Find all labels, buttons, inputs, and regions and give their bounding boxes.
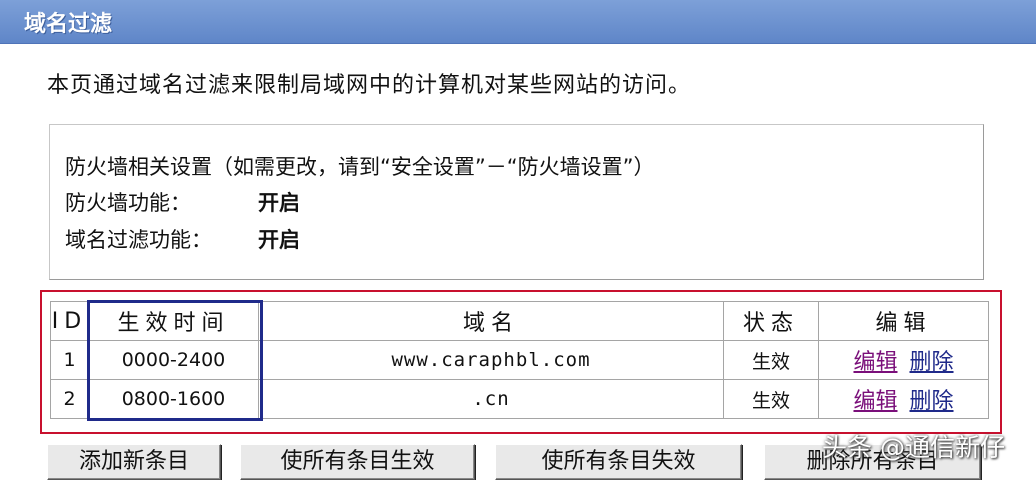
row-status: 生效 (723, 340, 819, 380)
row-actions: 编辑 删除 (818, 340, 989, 380)
row-domain: www.caraphbl.com (258, 340, 724, 380)
watermark: 头条 @通信新仔 (822, 433, 1005, 462)
add-entry-button[interactable]: 添加新条目 (47, 444, 221, 480)
page-description: 本页通过域名过滤来限制局域网中的计算机对某些网站的访问。 (47, 73, 692, 98)
domain-filter-value: 开启 (258, 228, 300, 252)
col-header-domain: 域名 (258, 301, 724, 341)
firewall-value: 开启 (258, 191, 300, 215)
page-title: 域名过滤 (24, 12, 113, 37)
disable-all-button[interactable]: 使所有条目失效 (495, 444, 742, 480)
col-header-edit: 编辑 (818, 301, 989, 341)
edit-link[interactable]: 编辑 (853, 350, 897, 375)
delete-link[interactable]: 删除 (910, 389, 954, 414)
row-id: 1 (50, 340, 89, 380)
title-bar: 域名过滤 (0, 0, 1036, 44)
row-actions: 编辑 删除 (818, 379, 989, 419)
row-id: 2 (50, 379, 89, 419)
domain-filter-label: 域名过滤功能： (65, 228, 212, 252)
row-status: 生效 (723, 379, 819, 419)
col-header-id: ID (50, 301, 89, 341)
enable-all-button[interactable]: 使所有条目生效 (240, 444, 475, 480)
firewall-info-box: 防火墙相关设置（如需更改，请到“安全设置”－“防火墙设置”） 防火墙功能： 开启… (49, 124, 984, 280)
firewall-info-heading: 防火墙相关设置（如需更改，请到“安全设置”－“防火墙设置”） (65, 155, 655, 179)
row-domain: .cn (258, 379, 724, 419)
firewall-label: 防火墙功能： (65, 191, 191, 215)
delete-link[interactable]: 删除 (910, 350, 954, 375)
col-header-status: 状态 (723, 301, 819, 341)
edit-link[interactable]: 编辑 (853, 389, 897, 414)
time-column-highlight (87, 300, 263, 421)
